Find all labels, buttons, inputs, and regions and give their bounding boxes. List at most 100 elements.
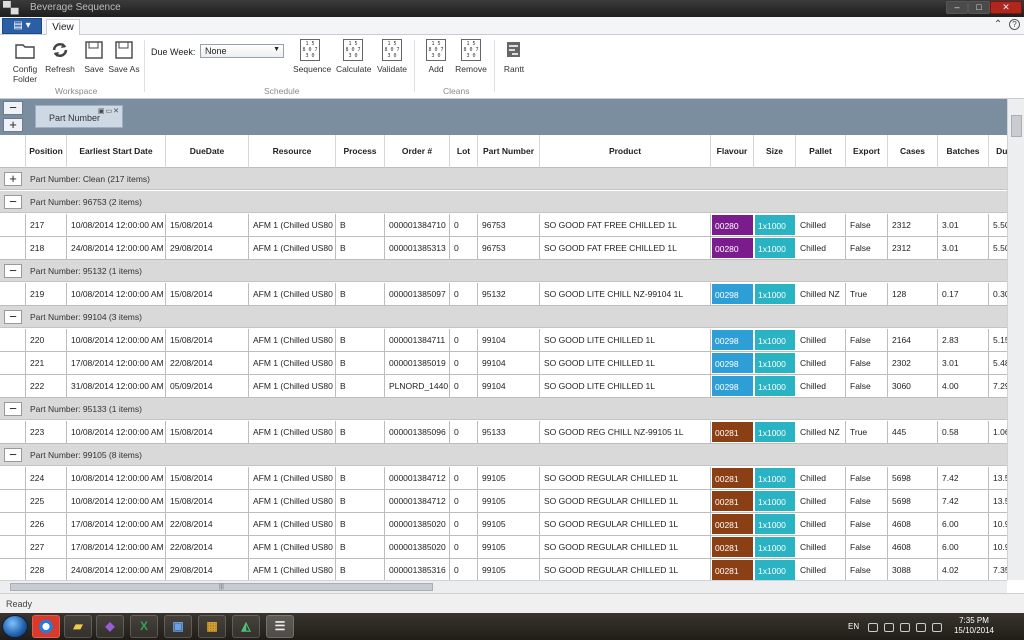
cell-batches[interactable]: 7.42 [938,490,989,512]
validate-button[interactable]: 1 58 0 73 0 Validate [375,39,409,74]
cell-lot[interactable]: 0 [450,536,478,558]
cell-part-number[interactable]: 99105 [478,513,540,535]
cell-position[interactable]: 227 [26,536,67,558]
cell-part-number[interactable]: 96753 [478,214,540,236]
cell-size[interactable]: 1x1000 [754,421,796,443]
cell-size[interactable]: 1x1000 [754,237,796,259]
collapse-group-button[interactable]: − [4,310,22,324]
cell-product[interactable]: SO GOOD REGULAR CHILLED 1L [540,490,711,512]
column-header-earliest-start[interactable]: Earliest Start Date [67,135,166,168]
column-header-export[interactable]: Export [846,135,888,168]
cell-lot[interactable]: 0 [450,467,478,489]
column-header-part-number[interactable]: Part Number [478,135,540,168]
cell-earliest-start[interactable]: 10/08/2014 12:00:00 AM [67,283,166,305]
cell-due-date[interactable]: 15/08/2014 [166,329,249,351]
cell-export[interactable]: False [846,513,888,535]
table-row[interactable]: 223 10/08/2014 12:00:00 AM 15/08/2014 AFM 1… [0,421,1007,444]
cell-pallet[interactable]: Chilled [796,490,846,512]
cell-process[interactable]: B [336,467,385,489]
cell-product[interactable]: SO GOOD FAT FREE CHILLED 1L [540,237,711,259]
cell-product[interactable]: SO GOOD LITE CHILL NZ-99104 1L [540,283,711,305]
cell-size[interactable]: 1x1000 [754,467,796,489]
expand-group-button[interactable]: + [4,172,22,186]
cell-due-date[interactable]: 15/08/2014 [166,214,249,236]
column-header-batches[interactable]: Batches [938,135,989,168]
floppy-taskbar-icon[interactable]: ▣ [164,615,192,638]
cell-flavour[interactable]: 00280 [711,214,754,236]
network-icon[interactable] [884,623,894,632]
cell-due-date[interactable]: 22/08/2014 [166,513,249,535]
collapse-all-button[interactable]: − [3,101,23,115]
cell-part-number[interactable]: 96753 [478,237,540,259]
cell-due-date[interactable]: 22/08/2014 [166,352,249,374]
visual-studio-taskbar-icon[interactable]: ◆ [96,615,124,638]
cell-resource[interactable]: AFM 1 (Chilled US80 [249,536,336,558]
row-indicator[interactable] [0,536,26,558]
cell-process[interactable]: B [336,237,385,259]
cell-duration[interactable]: 5.50 [989,237,1007,259]
cell-batches[interactable]: 6.00 [938,513,989,535]
group-row[interactable]: − Part Number: 96753 (2 items) [0,191,1007,213]
cell-due-date[interactable]: 29/08/2014 [166,237,249,259]
cell-due-date[interactable]: 05/09/2014 [166,375,249,397]
cell-part-number[interactable]: 99105 [478,559,540,580]
cell-export[interactable]: False [846,536,888,558]
cell-flavour[interactable]: 00280 [711,237,754,259]
collapse-group-button[interactable]: − [4,264,22,278]
cell-export[interactable]: False [846,375,888,397]
cell-cases[interactable]: 3088 [888,559,938,580]
cell-process[interactable]: B [336,490,385,512]
cell-position[interactable]: 222 [26,375,67,397]
cell-order[interactable]: 000001385019 [385,352,450,374]
column-header-size[interactable]: Size [754,135,796,168]
cell-part-number[interactable]: 99104 [478,375,540,397]
cell-product[interactable]: SO GOOD FAT FREE CHILLED 1L [540,214,711,236]
cell-duration[interactable]: 13.5 [989,490,1007,512]
cell-order[interactable]: 000001384712 [385,467,450,489]
maximize-button[interactable]: □ [968,1,990,14]
cell-lot[interactable]: 0 [450,421,478,443]
cell-part-number[interactable]: 99105 [478,467,540,489]
cell-earliest-start[interactable]: 31/08/2014 12:00:00 AM [67,375,166,397]
cell-pallet[interactable]: Chilled [796,237,846,259]
cell-part-number[interactable]: 95132 [478,283,540,305]
group-row[interactable]: + Part Number: Clean (217 items) [0,168,1007,190]
cell-due-date[interactable]: 29/08/2014 [166,559,249,580]
cell-lot[interactable]: 0 [450,375,478,397]
cell-process[interactable]: B [336,329,385,351]
cell-process[interactable]: B [336,421,385,443]
row-indicator[interactable] [0,559,26,580]
row-indicator[interactable] [0,513,26,535]
row-indicator[interactable] [0,467,26,489]
cell-export[interactable]: False [846,490,888,512]
cell-order[interactable]: PLNORD_1440 [385,375,450,397]
cell-export[interactable]: False [846,352,888,374]
cell-position[interactable]: 223 [26,421,67,443]
cell-earliest-start[interactable]: 10/08/2014 12:00:00 AM [67,490,166,512]
cell-product[interactable]: SO GOOD REG CHILL NZ-99105 1L [540,421,711,443]
cell-batches[interactable]: 4.02 [938,559,989,580]
collapse-group-button[interactable]: − [4,402,22,416]
cell-part-number[interactable]: 95133 [478,421,540,443]
cell-batches[interactable]: 0.58 [938,421,989,443]
cell-part-number[interactable]: 99105 [478,490,540,512]
cell-export[interactable]: False [846,329,888,351]
cell-product[interactable]: SO GOOD REGULAR CHILLED 1L [540,513,711,535]
cell-flavour[interactable]: 00298 [711,283,754,305]
table-row[interactable]: 227 17/08/2014 12:00:00 AM 22/08/2014 AFM 1… [0,536,1007,559]
cell-flavour[interactable]: 00281 [711,513,754,535]
sequence-button[interactable]: 1 58 0 73 0 Sequence [293,39,331,74]
column-header-resource[interactable]: Resource [249,135,336,168]
column-header-position[interactable]: Position [26,135,67,168]
add-clean-button[interactable]: 1 58 0 73 0 Add [419,39,453,74]
cell-part-number[interactable]: 99105 [478,536,540,558]
excel-taskbar-icon[interactable]: X [130,615,158,638]
cell-pallet[interactable]: Chilled NZ [796,283,846,305]
cell-size[interactable]: 1x1000 [754,513,796,535]
cell-export[interactable]: False [846,237,888,259]
tab-view[interactable]: View [46,19,80,36]
cell-batches[interactable]: 4.00 [938,375,989,397]
minimize-button[interactable]: – [946,1,968,14]
cell-size[interactable]: 1x1000 [754,329,796,351]
cell-batches[interactable]: 3.01 [938,237,989,259]
